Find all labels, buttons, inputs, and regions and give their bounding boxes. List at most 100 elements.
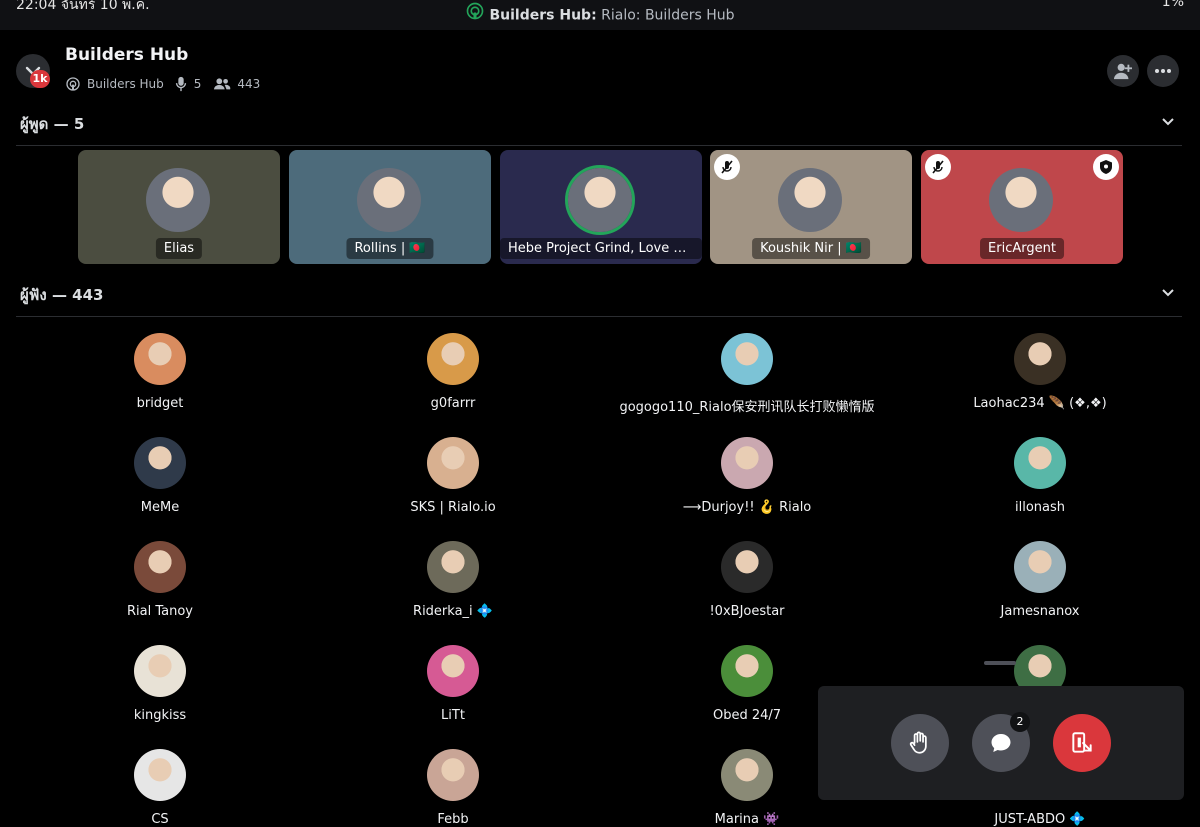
listener-item[interactable]: Rial Tanoy xyxy=(20,541,300,619)
avatar xyxy=(1014,333,1066,385)
avatar xyxy=(721,541,773,593)
stage-channel-icon xyxy=(466,2,484,29)
listener-name: SKS | Rialo.io xyxy=(410,500,496,515)
listener-name: Jamesnanox xyxy=(1000,604,1080,619)
listener-item[interactable]: g0farrr xyxy=(313,333,593,411)
speaker-card[interactable]: Koushik Nir | 🇧🇩 xyxy=(710,150,912,264)
avatar xyxy=(427,749,479,801)
speaker-name: Rollins | 🇧🇩 xyxy=(346,238,434,259)
speaker-card[interactable]: EricArgent xyxy=(921,150,1123,264)
listener-name: !0xBJoestar xyxy=(709,604,785,619)
listener-item[interactable]: illonash xyxy=(900,437,1180,515)
avatar xyxy=(427,437,479,489)
leave-icon xyxy=(1072,732,1092,753)
status-bar: 22:04 จันทร์ 10 พ.ค. 1% Builders Hub: Ri… xyxy=(0,0,1200,30)
avatar xyxy=(427,541,479,593)
stage-server-name: Builders Hub: xyxy=(489,7,597,24)
notification-badge: 1k xyxy=(30,70,50,88)
avatar xyxy=(1014,541,1066,593)
avatar xyxy=(721,749,773,801)
listener-name: CS xyxy=(151,812,169,827)
listener-name: kingkiss xyxy=(133,708,187,723)
avatar xyxy=(134,437,186,489)
speaker-name: Elias xyxy=(155,238,203,259)
listener-name: ⟶Durjoy!! 🪝 Rialo xyxy=(682,500,812,515)
avatar xyxy=(778,168,842,232)
stage-icon xyxy=(66,77,80,91)
add-user-icon xyxy=(1114,63,1132,80)
section-divider xyxy=(16,145,1182,146)
avatar xyxy=(134,645,186,697)
more-icon xyxy=(1155,69,1171,73)
listener-item[interactable]: Febb xyxy=(313,749,593,827)
chat-bubble-icon xyxy=(991,734,1011,752)
listener-item[interactable]: gogogo110_Rialo保安刑讯队长打败懒惰版 xyxy=(607,333,887,415)
listener-name: Riderka_i 💠 xyxy=(413,604,493,619)
speaker-card[interactable]: Hebe Project Grind, Love B... xyxy=(500,150,702,264)
listener-item[interactable]: bridget xyxy=(20,333,300,411)
avatar xyxy=(721,333,773,385)
section-divider xyxy=(16,316,1182,317)
server-label: Builders Hub xyxy=(87,77,164,91)
stage-channel-name: Rialo: Builders Hub xyxy=(601,7,735,24)
chevron-down-icon xyxy=(1162,118,1174,126)
moderator-shield-icon xyxy=(1093,154,1119,180)
listener-name: Febb xyxy=(437,812,469,827)
avatar xyxy=(721,437,773,489)
listener-item[interactable]: !0xBJoestar xyxy=(607,541,887,619)
listener-item[interactable]: Riderka_i 💠 xyxy=(313,541,593,619)
listener-name: gogogo110_Rialo保安刑讯队长打败懒惰版 xyxy=(619,400,875,415)
avatar xyxy=(427,333,479,385)
listener-name: MeMe xyxy=(140,500,180,515)
listener-name: bridget xyxy=(136,396,184,411)
invite-button[interactable] xyxy=(1107,55,1139,87)
page-title: Builders Hub xyxy=(65,45,189,65)
avatar xyxy=(1014,437,1066,489)
speaker-name: EricArgent xyxy=(980,238,1064,259)
avatar xyxy=(568,168,632,232)
avatar xyxy=(146,168,210,232)
leave-stage-button[interactable] xyxy=(1053,714,1111,772)
raise-hand-button[interactable] xyxy=(891,714,949,772)
speaker-card[interactable]: Rollins | 🇧🇩 xyxy=(289,150,491,264)
speaker-name: Hebe Project Grind, Love B... xyxy=(500,238,702,259)
listener-item[interactable]: ⟶Durjoy!! 🪝 Rialo xyxy=(607,437,887,515)
listeners-section-label: ผู้ฟัง — 443 xyxy=(20,286,104,304)
chevron-down-icon xyxy=(1162,289,1174,297)
speaker-card[interactable]: Elias xyxy=(78,150,280,264)
listener-item[interactable]: MeMe xyxy=(20,437,300,515)
avatar xyxy=(134,749,186,801)
listeners-collapse-toggle[interactable] xyxy=(1160,284,1176,304)
listener-count: 443 xyxy=(237,77,261,91)
listener-item[interactable]: LiTt xyxy=(313,645,593,723)
listener-name: JUST-ABDO 💠 xyxy=(994,812,1086,827)
muted-microphone-icon xyxy=(714,154,740,180)
listener-item[interactable]: Jamesnanox xyxy=(900,541,1180,619)
avatar xyxy=(989,168,1053,232)
voice-control-panel xyxy=(818,686,1184,800)
avatar xyxy=(427,645,479,697)
speakers-section-label: ผู้พูด — 5 xyxy=(20,115,85,133)
stage-banner[interactable]: Builders Hub: Rialo: Builders Hub xyxy=(0,2,1200,29)
muted-microphone-icon xyxy=(925,154,951,180)
listener-item[interactable]: kingkiss xyxy=(20,645,300,723)
avatar xyxy=(357,168,421,232)
avatar xyxy=(134,541,186,593)
speaker-count: 5 xyxy=(193,77,202,91)
drag-handle[interactable] xyxy=(984,661,1016,665)
listener-name: illonash xyxy=(1014,500,1065,515)
listener-name: g0farrr xyxy=(430,396,476,411)
listener-item[interactable]: CS xyxy=(20,749,300,827)
hand-icon xyxy=(909,731,927,754)
listener-name: Laohac234 🪶 (❖,❖) xyxy=(973,396,1107,411)
people-icon xyxy=(214,78,231,90)
room-meta: Builders Hub 5 443 xyxy=(65,76,260,92)
listener-name: Marina 👾 xyxy=(714,812,780,827)
avatar xyxy=(134,333,186,385)
more-options-button[interactable] xyxy=(1147,55,1179,87)
listener-item[interactable]: SKS | Rialo.io xyxy=(313,437,593,515)
listener-item[interactable]: Laohac234 🪶 (❖,❖) xyxy=(900,333,1180,411)
microphone-icon xyxy=(175,76,186,92)
listener-name: LiTt xyxy=(441,708,465,723)
speakers-collapse-toggle[interactable] xyxy=(1160,113,1176,133)
